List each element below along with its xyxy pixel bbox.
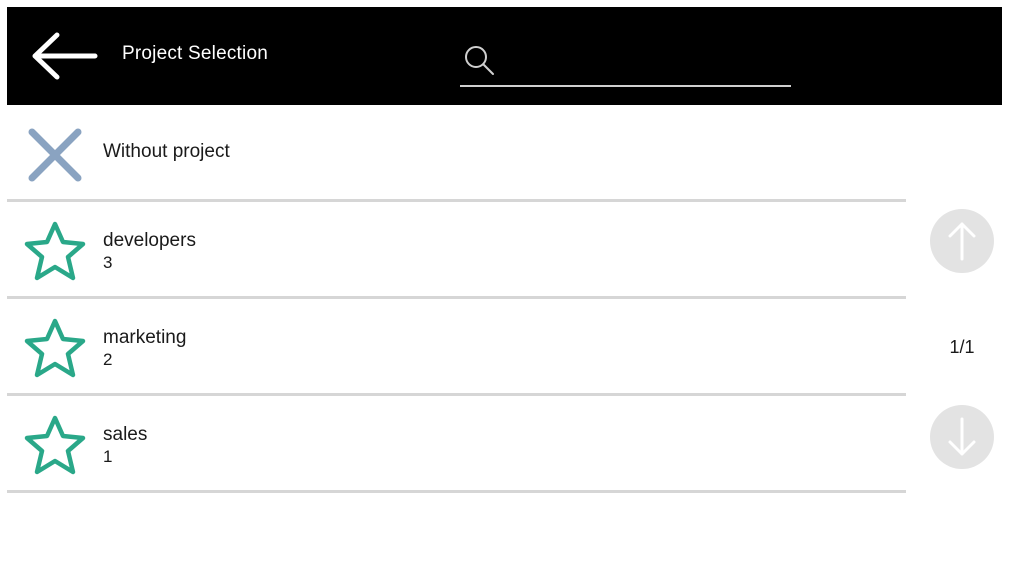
- header-bar: Project Selection: [7, 7, 1002, 105]
- close-icon: [28, 128, 82, 182]
- project-name: developers: [103, 230, 196, 251]
- arrow-left-icon: [32, 32, 98, 80]
- list-item-without-project[interactable]: Without project: [7, 105, 906, 202]
- page-title: Project Selection: [122, 43, 268, 64]
- arrow-down-icon: [948, 417, 976, 456]
- star-icon: [24, 221, 86, 281]
- search-field[interactable]: [460, 39, 791, 87]
- page-indicator: 1/1: [949, 337, 975, 357]
- scroll-up-button[interactable]: [930, 209, 994, 273]
- project-name: marketing: [103, 327, 187, 348]
- scroll-down-button[interactable]: [930, 405, 994, 469]
- list-item-project[interactable]: developers 3: [7, 202, 906, 299]
- project-count: 2: [103, 350, 113, 369]
- pagination-panel: 1/1: [906, 105, 1002, 587]
- arrow-up-icon: [948, 222, 976, 261]
- star-icon: [24, 415, 86, 475]
- back-button[interactable]: [27, 29, 99, 83]
- search-input[interactable]: [506, 45, 786, 77]
- search-icon: [465, 46, 494, 75]
- list-item-project[interactable]: sales 1: [7, 396, 906, 493]
- project-name: sales: [103, 424, 148, 445]
- project-count: 1: [103, 447, 113, 466]
- list-item-project[interactable]: marketing 2: [7, 299, 906, 396]
- app-frame: Project Selection Without project develo…: [7, 7, 1002, 587]
- project-count: 3: [103, 253, 113, 272]
- project-list: Without project developers 3 marketing 2…: [7, 105, 906, 493]
- list-item-label: Without project: [103, 141, 230, 162]
- star-icon: [24, 318, 86, 378]
